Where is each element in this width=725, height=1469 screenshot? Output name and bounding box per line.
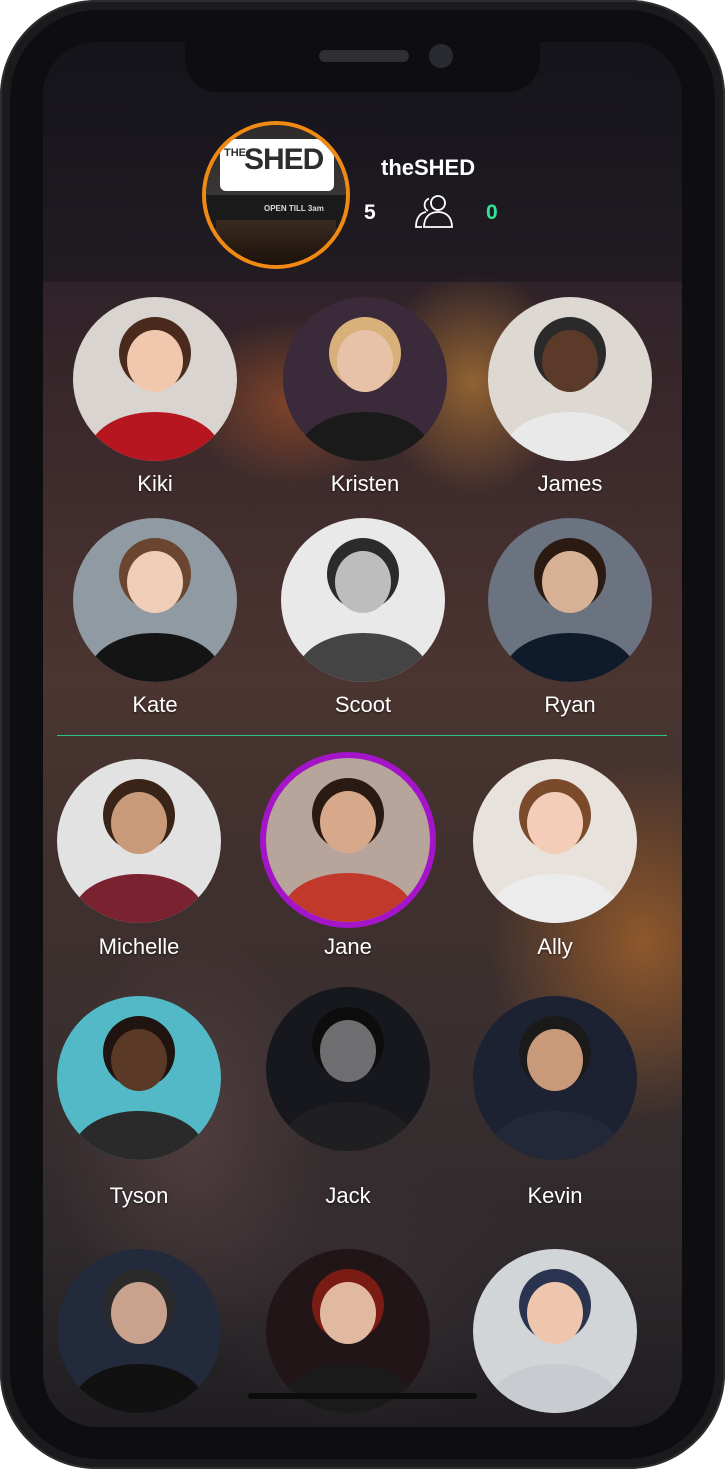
avatar-face: [320, 790, 376, 854]
nearby-name: Michelle: [98, 934, 180, 959]
nearby-avatar[interactable]: [57, 996, 221, 1160]
venue-avatar[interactable]: THE SHED OPEN TILL 3am: [202, 121, 350, 269]
avatar-body: [489, 873, 621, 923]
nearby-name: Jane: [324, 934, 372, 959]
venue-entrance: [216, 220, 336, 265]
avatar-face: [320, 1281, 376, 1345]
nearby-avatar[interactable]: [473, 1249, 637, 1413]
nearby-avatar[interactable]: [57, 759, 221, 923]
checked-in-count: 5: [364, 201, 376, 224]
checked-in-name: Kate: [132, 692, 178, 717]
avatar-face: [527, 1281, 583, 1345]
checked-in-avatar[interactable]: [488, 297, 652, 461]
avatar-face: [542, 550, 598, 614]
avatar-body: [73, 873, 205, 923]
avatar-face: [111, 1028, 167, 1092]
checked-in-avatar[interactable]: [488, 518, 652, 682]
nearby-avatar[interactable]: [266, 1249, 430, 1413]
avatar-body: [73, 1110, 205, 1160]
nearby-name: Jack: [325, 1183, 371, 1208]
avatar-body: [89, 632, 221, 682]
nearby-name: Ally: [537, 934, 573, 959]
avatar-body: [489, 1110, 621, 1160]
venue-name: theSHED: [381, 155, 476, 180]
avatar-face: [127, 329, 183, 393]
checked-in-name: Kiki: [137, 471, 173, 496]
venue-tagline: OPEN TILL 3am: [264, 204, 324, 213]
venue-logo-shed: SHED: [244, 143, 324, 176]
avatar-face: [527, 1028, 583, 1092]
avatar-face: [111, 1281, 167, 1345]
avatar-body: [504, 411, 636, 461]
nearby-avatar[interactable]: [266, 987, 430, 1151]
nearby-avatar[interactable]: [473, 996, 637, 1160]
avatar-body: [504, 632, 636, 682]
avatar-face: [111, 791, 167, 855]
users-icon[interactable]: [414, 193, 454, 229]
checked-in-avatar[interactable]: [281, 518, 445, 682]
avatar-face: [337, 329, 393, 393]
checked-in-name: James: [537, 471, 603, 496]
nearby-name: Tyson: [109, 1183, 169, 1208]
avatar-body: [297, 632, 429, 682]
avatar-body: [299, 411, 431, 461]
avatar-face: [320, 1019, 376, 1083]
avatar-face: [127, 550, 183, 614]
avatar-body: [73, 1363, 205, 1413]
speaker-grille: [319, 50, 409, 62]
front-camera: [429, 44, 453, 68]
nearby-avatar[interactable]: [260, 752, 436, 928]
avatar-body: [89, 411, 221, 461]
checked-in-name: Kristen: [330, 471, 400, 496]
avatar-face: [542, 329, 598, 393]
avatar-body: [282, 1363, 414, 1413]
nearby-count: 0: [486, 201, 498, 224]
avatar-face: [527, 791, 583, 855]
checked-in-avatar[interactable]: [73, 297, 237, 461]
nearby-avatar[interactable]: [57, 1249, 221, 1413]
avatar-body: [282, 1101, 414, 1151]
checked-in-name: Scoot: [334, 692, 392, 717]
avatar-face: [335, 550, 391, 614]
avatar-body: [282, 872, 414, 922]
nearby-name: Kevin: [527, 1183, 583, 1208]
section-divider: [57, 735, 667, 736]
home-indicator[interactable]: [248, 1393, 477, 1399]
checked-in-name: Ryan: [544, 692, 596, 717]
avatar-body: [489, 1363, 621, 1413]
nearby-avatar[interactable]: [473, 759, 637, 923]
venue-logo-the: THE: [224, 147, 246, 159]
checked-in-avatar[interactable]: [283, 297, 447, 461]
checked-in-avatar[interactable]: [73, 518, 237, 682]
